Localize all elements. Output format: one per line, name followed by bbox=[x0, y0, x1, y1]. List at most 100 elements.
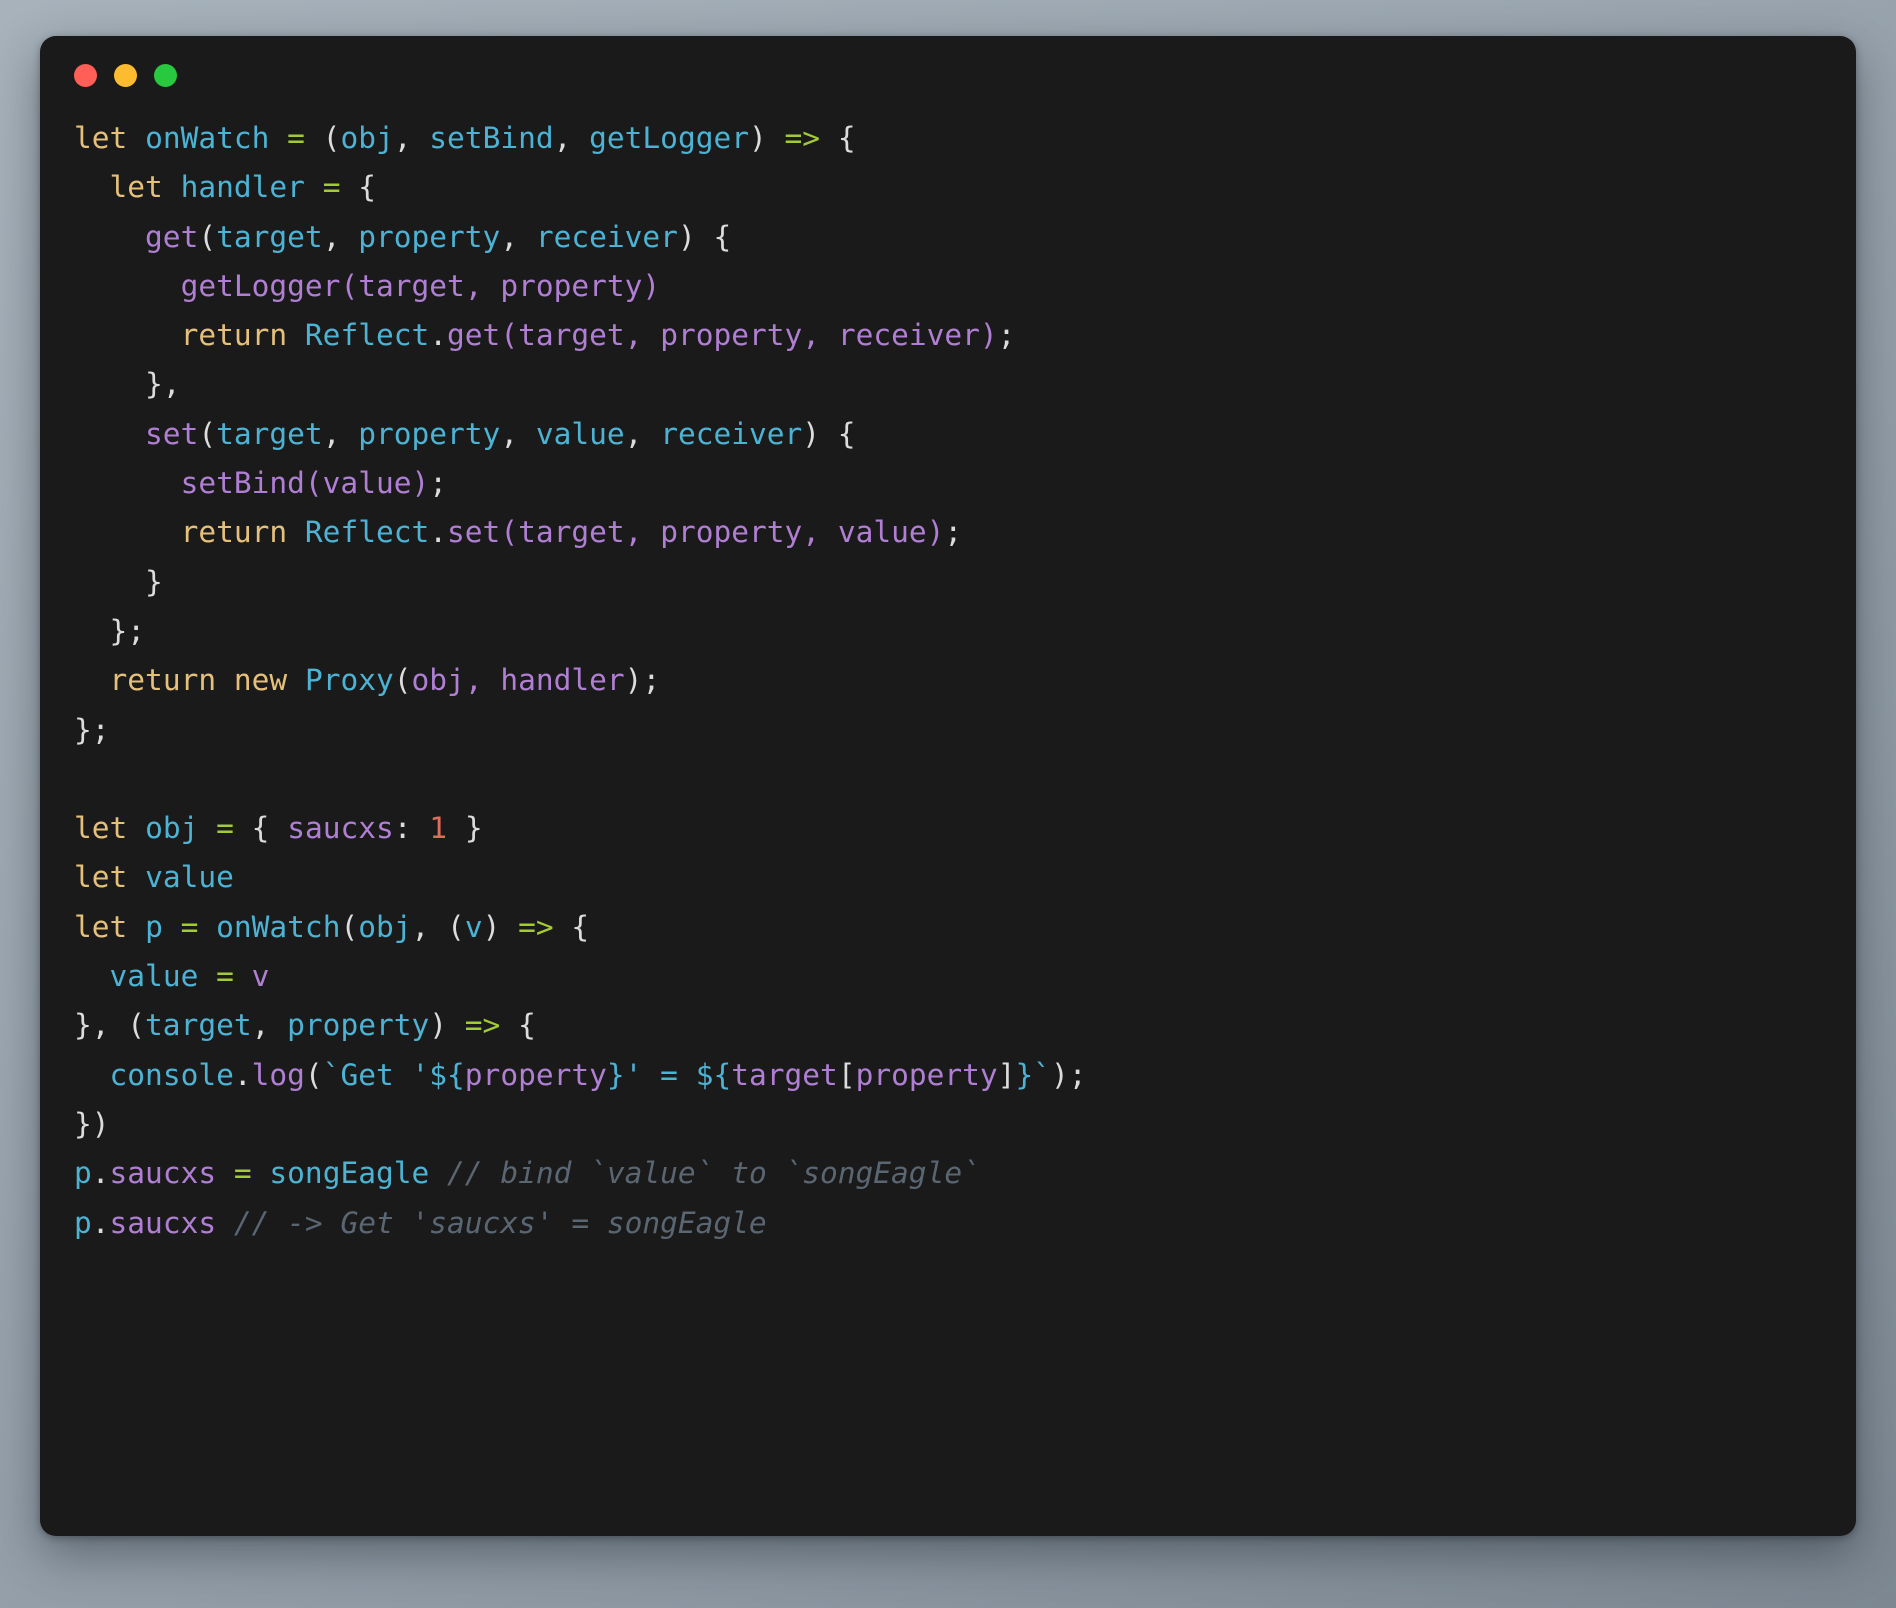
maximize-button[interactable] bbox=[154, 63, 177, 87]
code-token: }; bbox=[74, 712, 110, 747]
code-token: target bbox=[216, 219, 323, 254]
code-line: let obj = { saucxs: 1 } bbox=[74, 804, 1822, 853]
code-token: ' = bbox=[624, 1057, 696, 1092]
code-token: ( bbox=[304, 1057, 323, 1092]
code-token: = bbox=[322, 170, 341, 205]
code-token: target bbox=[145, 1008, 252, 1043]
code-token: set bbox=[145, 416, 199, 451]
code-token: new bbox=[233, 663, 288, 698]
close-button[interactable] bbox=[74, 63, 97, 87]
code-token: ) bbox=[749, 121, 785, 155]
code-line: value = v bbox=[74, 952, 1822, 1001]
code-token: ( bbox=[304, 121, 341, 155]
code-token: v bbox=[251, 959, 270, 994]
code-token: ) { bbox=[802, 416, 856, 451]
code-line: }; bbox=[74, 706, 1822, 755]
code-token: Proxy bbox=[304, 663, 394, 698]
code-token: , bbox=[464, 663, 501, 698]
code-token: . bbox=[429, 515, 448, 550]
code-token: ${ bbox=[695, 1057, 732, 1092]
code-token: target bbox=[358, 268, 465, 303]
code-token: handler bbox=[500, 663, 625, 698]
code-line: }) bbox=[74, 1100, 1822, 1149]
code-token: obj bbox=[411, 663, 465, 698]
code-line: set(target, property, value, receiver) { bbox=[74, 410, 1822, 459]
code-token: ( bbox=[340, 268, 359, 303]
code-token: p bbox=[74, 1156, 92, 1191]
code-token: , bbox=[624, 318, 661, 353]
code-token: , bbox=[500, 416, 536, 451]
code-content[interactable]: let onWatch = (obj, setBind, getLogger) … bbox=[40, 114, 1856, 1248]
code-token: getLogger bbox=[180, 268, 341, 303]
code-token: ) bbox=[411, 466, 430, 501]
code-token: property bbox=[358, 219, 501, 254]
code-line: p.saucxs // -> Get 'saucxs' = songEagle bbox=[74, 1199, 1822, 1248]
code-token: = bbox=[180, 909, 199, 944]
code-token: setBind bbox=[429, 121, 554, 155]
code-token: , bbox=[624, 416, 661, 451]
code-token: property bbox=[287, 1008, 430, 1043]
code-token: , bbox=[322, 416, 359, 451]
code-token: let bbox=[74, 909, 128, 944]
minimize-button[interactable] bbox=[114, 63, 137, 87]
code-token: let bbox=[74, 860, 128, 895]
code-line: let p = onWatch(obj, (v) => { bbox=[74, 903, 1822, 952]
code-line: return new Proxy(obj, handler); bbox=[74, 656, 1822, 705]
code-token: ) bbox=[926, 515, 945, 550]
code-token: receiver bbox=[535, 219, 678, 254]
code-token: // -> Get 'saucxs' = songEagle bbox=[233, 1205, 767, 1240]
code-line: }; bbox=[74, 607, 1822, 656]
code-token: ` bbox=[1033, 1057, 1051, 1092]
code-token: . bbox=[429, 318, 448, 353]
code-token: property bbox=[358, 416, 501, 451]
code-token: ; bbox=[944, 515, 963, 550]
code-token: , ( bbox=[411, 909, 465, 944]
code-token: Reflect bbox=[304, 318, 430, 353]
code-token: ) bbox=[624, 663, 643, 698]
code-token: => bbox=[464, 1008, 501, 1043]
code-line: console.log(`Get '${property}' = ${targe… bbox=[74, 1051, 1822, 1100]
code-token: ( bbox=[500, 318, 519, 353]
code-line: setBind(value); bbox=[74, 459, 1822, 508]
code-token: property bbox=[660, 318, 803, 353]
code-token: , bbox=[393, 121, 430, 155]
code-token: } bbox=[74, 564, 163, 599]
code-token: target bbox=[216, 416, 323, 451]
code-token: saucxs bbox=[287, 811, 394, 846]
code-token: obj bbox=[358, 909, 412, 944]
code-token: 1 bbox=[429, 811, 448, 846]
code-token: v bbox=[464, 909, 483, 944]
code-token: songEagle bbox=[269, 1156, 430, 1191]
code-token: value bbox=[322, 466, 412, 501]
code-token: // bind `value` to `songEagle` bbox=[447, 1156, 980, 1191]
code-token: }, ( bbox=[74, 1008, 146, 1043]
code-line: let handler = { bbox=[74, 163, 1822, 212]
code-token: ( bbox=[500, 515, 519, 550]
code-token: . bbox=[91, 1156, 110, 1191]
code-token: , bbox=[464, 268, 501, 303]
code-token: ] bbox=[997, 1057, 1016, 1092]
code-line: }, (target, property) => { bbox=[74, 1001, 1822, 1050]
code-line: }, bbox=[74, 360, 1822, 409]
code-token: obj bbox=[145, 811, 199, 846]
code-token: p bbox=[145, 909, 163, 944]
code-token: = bbox=[233, 1156, 252, 1191]
code-token: receiver bbox=[660, 416, 803, 451]
code-token: ) bbox=[979, 318, 998, 353]
code-token: ; bbox=[429, 466, 448, 501]
code-token: => bbox=[784, 121, 821, 155]
code-token: } bbox=[606, 1057, 625, 1092]
